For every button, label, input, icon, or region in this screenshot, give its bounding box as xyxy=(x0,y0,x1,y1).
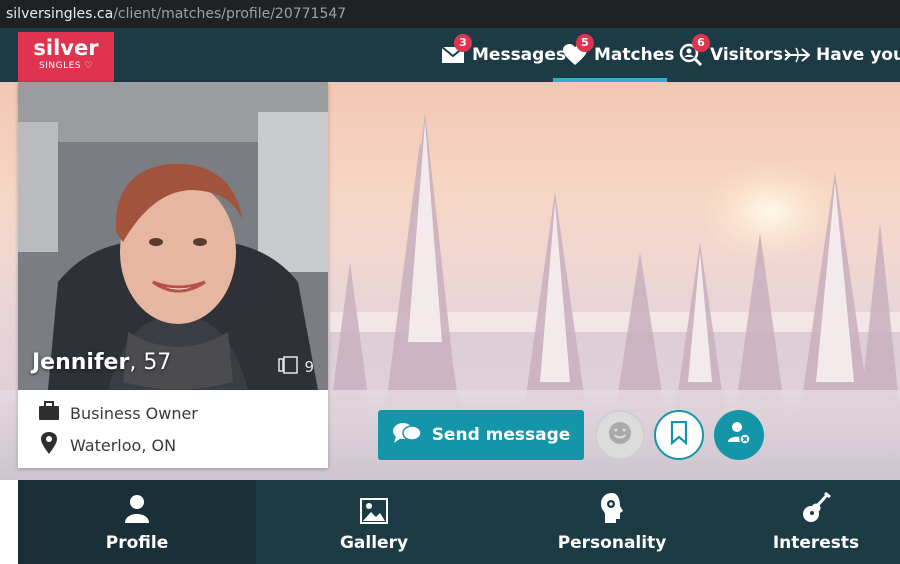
address-bar[interactable]: silversingles.ca/client/matches/profile/… xyxy=(0,0,900,28)
profile-photo[interactable]: Jennifer, 57 9 xyxy=(18,82,328,390)
chat-bubbles-icon xyxy=(392,421,422,450)
tab-gallery-label: Gallery xyxy=(339,533,409,553)
cupid-arrow-icon xyxy=(784,43,810,67)
url-domain: silversingles.ca xyxy=(6,6,114,22)
envelope-icon: 3 xyxy=(440,34,472,67)
profile-card: Jennifer, 57 9 Business Owner Waterloo, … xyxy=(18,82,328,468)
photo-count-value: 9 xyxy=(304,358,314,376)
messages-badge: 3 xyxy=(454,34,472,52)
profile-age: , 57 xyxy=(129,350,172,375)
person-block-icon xyxy=(726,420,752,450)
send-message-button[interactable]: Send message xyxy=(378,410,584,460)
tabbar-left-gap xyxy=(0,480,18,564)
briefcase-icon xyxy=(38,401,60,425)
smile-icon xyxy=(607,420,633,450)
tab-profile[interactable]: Profile xyxy=(18,480,256,564)
image-icon xyxy=(256,480,492,528)
nav-visitors-label: Visitors xyxy=(710,45,783,65)
logo-main-text: silver xyxy=(33,36,99,60)
nav-visitors[interactable]: 6 Visitors xyxy=(678,28,783,82)
bookmark-button[interactable] xyxy=(654,410,704,460)
profile-tabs: Profile Gallery Personality Interests xyxy=(0,480,900,564)
location-text: Waterloo, ON xyxy=(70,435,177,455)
nav-have-you-met-label: Have you m xyxy=(816,45,900,65)
profile-name: Jennifer, 57 xyxy=(32,350,172,375)
occupation-text: Business Owner xyxy=(70,403,198,423)
nav-matches-label: Matches xyxy=(594,45,675,65)
top-navigation: silver SINGLES ♡ 3 Messages 5 Matches 6 … xyxy=(0,28,900,82)
heart-icon: 5 xyxy=(562,34,594,67)
send-message-label: Send message xyxy=(431,425,571,445)
magnifier-person-icon: 6 xyxy=(678,34,710,67)
tab-personality-label: Personality xyxy=(557,533,667,553)
send-smile-button[interactable] xyxy=(595,410,645,460)
location-row: Waterloo, ON xyxy=(38,431,177,459)
nav-messages-label: Messages xyxy=(472,45,566,65)
logo-sub-text: SINGLES ♡ xyxy=(39,61,93,71)
silversingles-logo[interactable]: silver SINGLES ♡ xyxy=(18,32,114,82)
matches-badge: 5 xyxy=(576,34,594,52)
nav-messages[interactable]: 3 Messages xyxy=(440,28,566,82)
tab-interests-label: Interests xyxy=(772,533,860,553)
guitar-icon xyxy=(732,480,900,528)
url-path: /client/matches/profile/20771547 xyxy=(113,6,347,22)
logo-heart-icon: ♡ xyxy=(84,61,93,71)
profile-photo-illustration xyxy=(18,82,328,390)
nav-have-you-met[interactable]: Have you m xyxy=(784,28,900,82)
tab-gallery[interactable]: Gallery xyxy=(256,480,492,564)
visitors-badge: 6 xyxy=(692,34,710,52)
head-gear-icon xyxy=(492,480,732,528)
location-pin-icon xyxy=(38,431,60,459)
photos-stack-icon xyxy=(278,356,300,378)
tab-interests[interactable]: Interests xyxy=(732,480,900,564)
nav-matches[interactable]: 5 Matches xyxy=(562,28,674,82)
occupation-row: Business Owner xyxy=(38,401,198,425)
tab-personality[interactable]: Personality xyxy=(492,480,732,564)
person-icon xyxy=(18,480,256,528)
photo-count[interactable]: 9 xyxy=(278,356,314,378)
block-user-button[interactable] xyxy=(714,410,764,460)
bookmark-icon xyxy=(670,420,688,449)
tab-profile-label: Profile xyxy=(105,533,169,553)
